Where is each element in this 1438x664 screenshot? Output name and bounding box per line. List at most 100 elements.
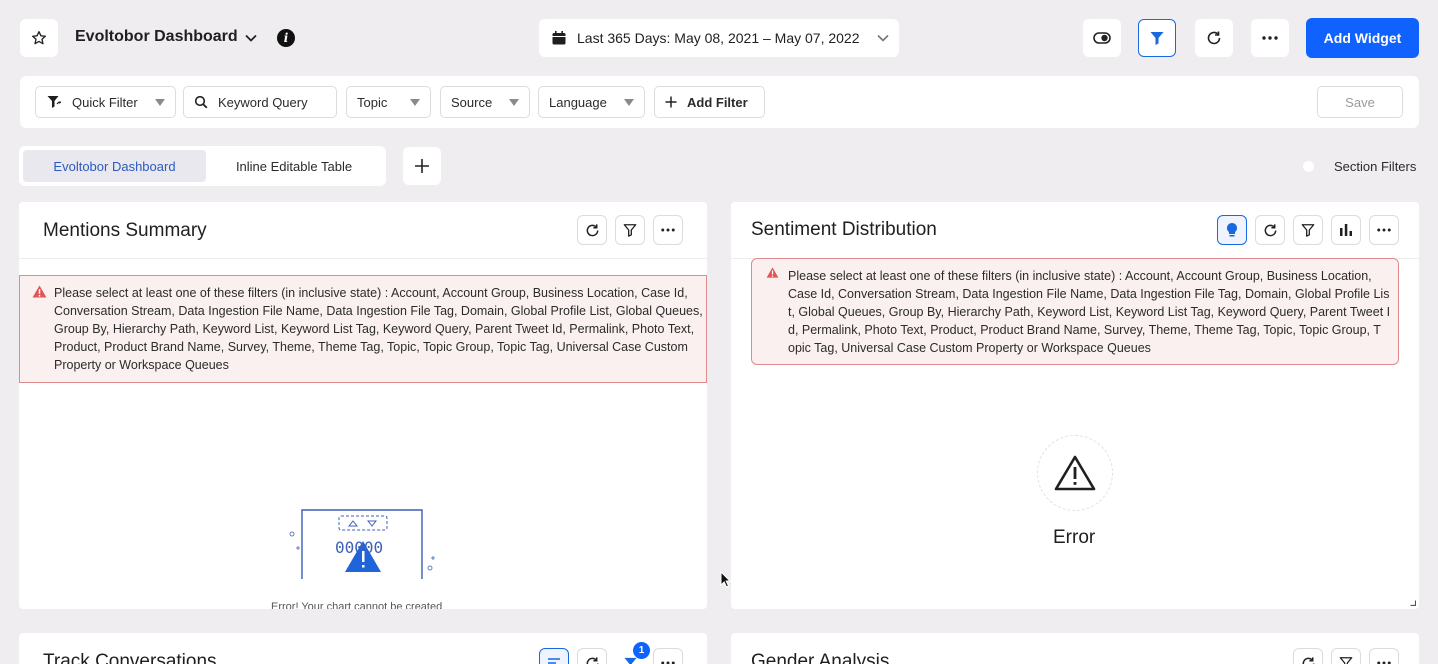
illustration-digits: 00000 xyxy=(335,538,384,557)
alert-line: Case Id, Conversation Stream, Data Inges… xyxy=(788,287,1390,301)
dropdown-triangle-icon xyxy=(509,98,519,106)
widget-title: Mentions Summary xyxy=(43,220,207,241)
date-range-label: Last 365 Days: May 08, 2021 – May 07, 20… xyxy=(577,30,860,46)
filter-icon xyxy=(1339,656,1353,664)
refresh-icon xyxy=(585,656,600,664)
keyword-query-filter[interactable]: Keyword Query xyxy=(183,86,337,118)
widget-refresh-button[interactable] xyxy=(577,648,607,664)
alert-line: Product, Product Brand Name, Survey, The… xyxy=(54,340,688,354)
chevron-down-icon xyxy=(877,34,889,42)
language-filter-dropdown[interactable]: Language xyxy=(538,86,645,118)
tab-evoltobor-dashboard[interactable]: Evoltobor Dashboard xyxy=(23,150,206,182)
alert-line: d, Permalink, Photo Text, Product, Produ… xyxy=(788,323,1381,337)
star-icon xyxy=(31,30,47,46)
add-filter-button[interactable]: Add Filter xyxy=(654,86,765,118)
widget-more-button[interactable] xyxy=(653,648,683,664)
filter-icon xyxy=(623,223,637,237)
alert-line: Please select at least one of these filt… xyxy=(54,286,688,300)
dashboard-filter-button[interactable] xyxy=(1138,19,1176,57)
widget-chart-type-button[interactable] xyxy=(1331,215,1361,245)
filter-icon xyxy=(1301,223,1315,237)
filter-required-alert: Please select at least one of these filt… xyxy=(751,258,1399,365)
widget-refresh-button[interactable] xyxy=(1293,648,1323,664)
info-icon[interactable]: i xyxy=(277,29,295,47)
alert-line: Property or Workspace Queues xyxy=(54,358,229,372)
widget-filter-button[interactable] xyxy=(615,215,645,245)
tab-inline-editable-table[interactable]: Inline Editable Table xyxy=(206,150,382,182)
bar-chart-icon xyxy=(1339,223,1353,237)
widget-more-button[interactable] xyxy=(1369,648,1399,664)
sentiment-distribution-widget: Sentiment Distribution Please select at … xyxy=(731,202,1419,609)
refresh-button[interactable] xyxy=(1195,19,1233,57)
search-icon xyxy=(194,95,208,109)
alert-line: Conversation Stream, Data Ingestion File… xyxy=(54,304,703,318)
dropdown-triangle-icon xyxy=(410,98,420,106)
warning-icon xyxy=(32,285,47,298)
add-widget-button[interactable]: Add Widget xyxy=(1306,18,1419,58)
filter-icon xyxy=(1149,30,1165,46)
refresh-icon xyxy=(1263,223,1278,238)
dashboard-tabs: Evoltobor Dashboard Inline Editable Tabl… xyxy=(19,146,386,186)
section-filters-label: Section Filters xyxy=(1334,159,1417,174)
widget-more-button[interactable] xyxy=(653,215,683,245)
widget-divider xyxy=(19,258,707,259)
toggle-view-button[interactable] xyxy=(1083,19,1121,57)
topic-filter-label: Topic xyxy=(357,94,388,110)
sort-icon xyxy=(547,657,561,664)
widget-title: Track Conversations xyxy=(43,651,217,664)
widget-more-button[interactable] xyxy=(1369,215,1399,245)
add-tab-button[interactable] xyxy=(403,147,441,185)
quick-filter-icon xyxy=(46,94,62,110)
filter-required-alert: Please select at least one of these filt… xyxy=(19,275,707,383)
more-horizontal-icon xyxy=(661,228,675,232)
lightbulb-icon xyxy=(1225,222,1239,238)
more-horizontal-icon xyxy=(1377,228,1391,232)
quick-filter-label: Quick Filter xyxy=(72,94,138,110)
topic-filter-dropdown[interactable]: Topic xyxy=(346,86,431,118)
chevron-down-icon xyxy=(245,34,257,42)
chart-error-caption: Error! Your chart cannot be created xyxy=(271,601,443,609)
toggle-icon xyxy=(1093,32,1111,44)
refresh-icon xyxy=(1206,30,1222,46)
filter-count-badge: 1 xyxy=(633,642,650,659)
more-options-button[interactable] xyxy=(1251,19,1289,57)
language-filter-label: Language xyxy=(549,94,607,110)
add-filter-label: Add Filter xyxy=(687,94,748,110)
section-filters-toggle[interactable] xyxy=(1303,161,1314,172)
chart-error-illustration: 00000 xyxy=(287,502,447,582)
plus-icon xyxy=(665,96,677,108)
save-filters-button[interactable]: Save xyxy=(1317,86,1403,118)
resize-handle-icon[interactable] xyxy=(1410,600,1416,606)
widget-refresh-button[interactable] xyxy=(1255,215,1285,245)
gender-analysis-widget: Gender Analysis xyxy=(731,633,1419,664)
widget-sort-button[interactable] xyxy=(539,648,569,664)
date-range-picker[interactable]: Last 365 Days: May 08, 2021 – May 07, 20… xyxy=(539,19,899,57)
warning-icon xyxy=(1053,454,1097,492)
filter-bar: Quick Filter Keyword Query Topic Source … xyxy=(20,76,1419,128)
alert-line: t, Global Queues, Group By, Hierarchy Pa… xyxy=(788,305,1391,319)
error-label: Error xyxy=(1053,527,1096,548)
dropdown-triangle-icon xyxy=(155,98,165,106)
widget-title: Gender Analysis xyxy=(751,651,890,664)
widget-filter-button[interactable] xyxy=(1331,648,1361,664)
widget-refresh-button[interactable] xyxy=(577,215,607,245)
refresh-icon xyxy=(585,223,600,238)
mentions-summary-widget: Mentions Summary Please select at least … xyxy=(19,202,707,609)
mouse-cursor-icon xyxy=(720,571,732,589)
alert-line: Group By, Hierarchy Path, Keyword List, … xyxy=(54,322,695,336)
dashboard-switcher-button[interactable] xyxy=(240,27,262,49)
calendar-icon xyxy=(551,30,567,46)
alert-line: Please select at least one of these filt… xyxy=(788,269,1372,283)
refresh-icon xyxy=(1301,656,1316,664)
widget-insights-button[interactable] xyxy=(1217,215,1247,245)
dashboard-title[interactable]: Evoltobor Dashboard xyxy=(75,28,238,46)
warning-icon xyxy=(766,267,779,278)
quick-filter-dropdown[interactable]: Quick Filter xyxy=(35,86,176,118)
source-filter-dropdown[interactable]: Source xyxy=(440,86,530,118)
keyword-query-label: Keyword Query xyxy=(218,94,308,110)
widget-filter-button[interactable] xyxy=(1293,215,1323,245)
favorite-star-button[interactable] xyxy=(20,19,58,57)
more-horizontal-icon xyxy=(1262,36,1278,40)
widget-title: Sentiment Distribution xyxy=(751,219,937,240)
error-icon-container xyxy=(1037,435,1113,511)
